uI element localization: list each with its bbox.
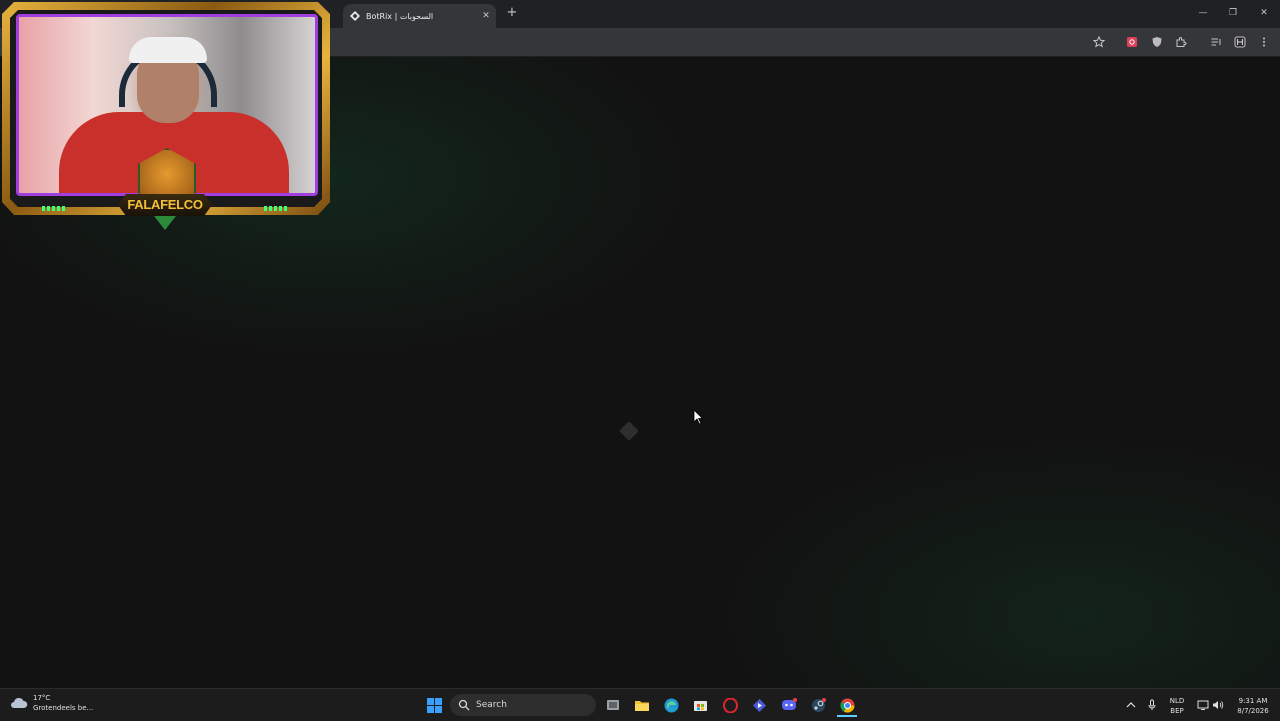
tab-title: BotRix | السحوبات (366, 11, 434, 21)
keyboard-layout: BEP (1170, 707, 1184, 715)
language-code: NLD (1169, 697, 1185, 705)
search-icon (458, 699, 470, 711)
weather-temp: 17°C (33, 694, 51, 702)
led-strip-right (264, 206, 288, 211)
discord-icon[interactable] (779, 695, 799, 715)
weather-widget[interactable]: 17°C Grotendeels be... (10, 693, 93, 713)
tab-close-icon[interactable]: ✕ (480, 10, 492, 22)
steam-icon[interactable] (808, 695, 828, 715)
browser-tab-botrix[interactable]: BotRix | السحوبات ✕ (343, 4, 496, 28)
store-icon[interactable] (690, 695, 710, 715)
opera-icon[interactable] (720, 695, 740, 715)
extension-red-icon[interactable] (1124, 34, 1140, 50)
weather-desc: Grotendeels be... (33, 704, 94, 712)
profile-icon[interactable] (1232, 34, 1248, 50)
file-explorer-icon[interactable] (632, 695, 652, 715)
app-icon[interactable] (749, 695, 769, 715)
falafelco-badge: FALAFELCO (118, 148, 212, 236)
language-indicator[interactable]: NLD BEP (1165, 696, 1189, 716)
volume-icon[interactable] (1208, 695, 1228, 715)
cloud-icon (11, 697, 28, 708)
windows-taskbar: 17°C Grotendeels be... Search NLD BEP 9:… (0, 688, 1280, 721)
botrix-favicon-icon (350, 11, 360, 21)
menu-kebab-icon[interactable] (1256, 34, 1272, 50)
puzzle-extensions-icon[interactable] (1173, 34, 1189, 50)
bookmark-star-icon[interactable] (1091, 34, 1107, 50)
minimize-button[interactable]: — (1189, 4, 1217, 22)
media-controls-icon[interactable] (1208, 34, 1224, 50)
clock-date: 8/7/2026 (1237, 707, 1269, 715)
mouse-cursor-icon (693, 409, 703, 425)
badge-chevron-icon (154, 216, 176, 230)
tray-overflow-chevron-up-icon[interactable] (1121, 695, 1141, 715)
shield-extension-icon[interactable] (1149, 34, 1165, 50)
loading-spinner-icon (619, 421, 639, 441)
chrome-icon[interactable] (837, 695, 857, 717)
falafelco-logo-text: FALAFELCO (118, 194, 212, 216)
search-label: Search (476, 700, 507, 710)
clock[interactable]: 9:31 AM 8/7/2026 (1229, 696, 1277, 716)
taskbar-search[interactable]: Search (450, 694, 596, 716)
led-strip-left (42, 206, 66, 211)
close-window-button[interactable]: ✕ (1250, 4, 1278, 22)
microphone-icon[interactable] (1142, 695, 1162, 715)
new-tab-button[interactable]: + (505, 6, 519, 20)
edge-icon[interactable] (661, 695, 681, 715)
windows-start-icon[interactable] (424, 695, 444, 715)
clock-time: 9:31 AM (1238, 697, 1268, 705)
streamer-cap (129, 37, 207, 63)
restore-button[interactable]: ❐ (1219, 4, 1247, 22)
task-view-icon[interactable] (603, 695, 623, 715)
